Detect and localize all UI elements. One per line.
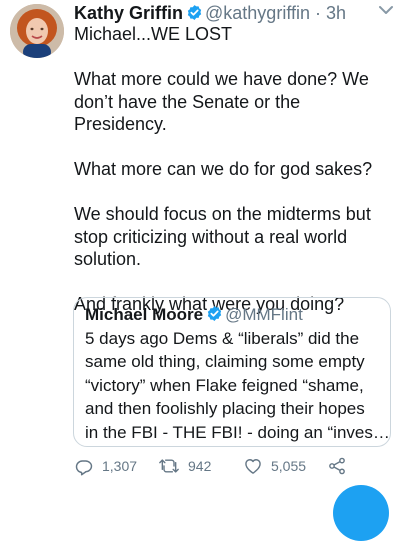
like-count: 5,055	[271, 458, 307, 474]
tweet-text: Michael...WE LOST What more could we hav…	[74, 23, 394, 316]
tweet-actions: 1,307 942 5,055	[0, 456, 403, 476]
quoted-text-line: 5 days ago Dems & “liberals” did the	[85, 329, 360, 348]
tweet-paragraph: What more could we have done? We don’t h…	[74, 69, 369, 134]
verified-badge-icon	[207, 306, 222, 321]
quoted-text-line: same old thing, claiming some empty	[85, 352, 365, 372]
retweet-count: 942	[188, 458, 212, 474]
quoted-tweet[interactable]: Michael Moore @MMFlint 5 days ago Dems &…	[73, 297, 391, 447]
heart-icon	[245, 459, 261, 474]
reply-count: 1,307	[102, 458, 138, 474]
author-name[interactable]: Kathy Griffin	[74, 3, 183, 23]
quoted-author-handle: @MMFlint	[225, 305, 303, 324]
quoted-text-line: in the FBI - THE FBI! - doing an “inves…	[85, 422, 390, 442]
tweet-paragraph: What more can we do for god sakes?	[74, 159, 373, 179]
share-icon	[329, 457, 345, 475]
quoted-tweet-text: 5 days ago Dems & “liberals” did the sam…	[85, 327, 390, 444]
tweet-line: Michael...WE LOST	[74, 24, 233, 44]
separator-dot: ·	[315, 3, 322, 23]
retweet-icon	[159, 459, 179, 473]
quoted-tweet-header: Michael Moore @MMFlint	[85, 304, 303, 326]
chevron-down-icon[interactable]	[378, 4, 394, 16]
compose-tweet-button[interactable]	[333, 485, 389, 541]
tweet-time[interactable]: 3h	[326, 3, 346, 23]
author-handle[interactable]: @kathygriffin	[205, 3, 310, 23]
share-button[interactable]	[327, 456, 347, 476]
quoted-text-line: “victory” when Flake feigned “shame,	[85, 375, 364, 395]
avatar-image	[10, 4, 64, 58]
quoted-author-name: Michael Moore	[85, 305, 204, 324]
verified-badge-icon	[187, 5, 202, 20]
retweet-button[interactable]: 942	[158, 456, 211, 476]
reply-button[interactable]: 1,307	[74, 456, 137, 476]
avatar[interactable]	[10, 4, 64, 58]
like-button[interactable]: 5,055	[243, 456, 306, 476]
tweet-paragraph: We should focus on the midterms but stop…	[74, 204, 371, 269]
tweet-header: Kathy Griffin @kathygriffin · 3h	[74, 2, 403, 24]
reply-icon	[75, 460, 93, 476]
quoted-text-line: and then foolishly placing their hopes	[85, 399, 365, 419]
